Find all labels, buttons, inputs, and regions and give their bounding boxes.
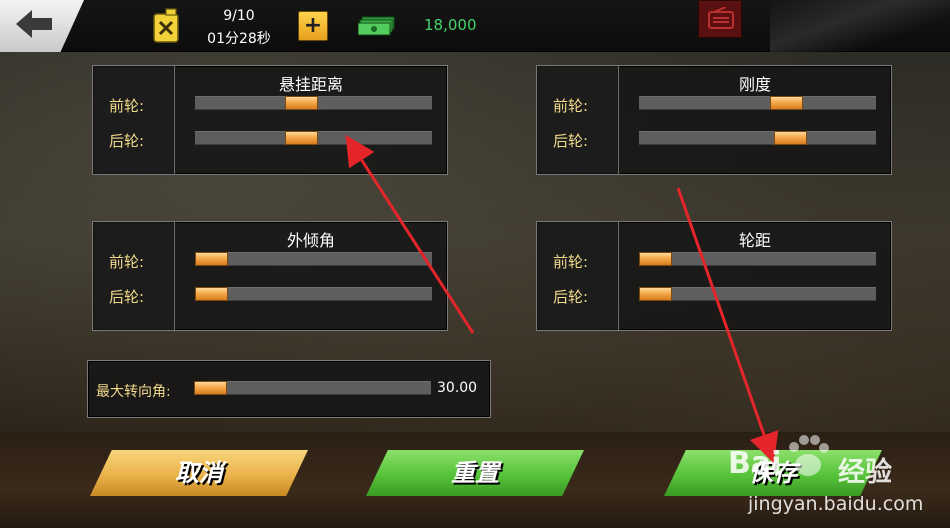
max-steering-angle-value: 30.00 xyxy=(437,380,478,396)
label-column xyxy=(537,66,619,174)
watermark-url: jingyan.baidu.com xyxy=(748,493,924,515)
stiffness-panel: 刚度 前轮: 后轮: xyxy=(536,65,892,175)
steering-panel: 最大转向角: 30.00 xyxy=(87,360,491,418)
slider-thumb[interactable] xyxy=(770,96,803,110)
reset-button[interactable]: 重置 xyxy=(366,450,584,496)
slider-thumb[interactable] xyxy=(285,96,318,110)
reset-label: 重置 xyxy=(451,459,499,487)
label-column xyxy=(93,222,175,330)
camber-front-slider[interactable] xyxy=(195,252,432,266)
top-bar: 9/10 01分28秒 + 18,000 xyxy=(0,0,950,52)
max-steering-angle-slider[interactable] xyxy=(194,381,431,395)
slider-thumb[interactable] xyxy=(285,131,318,145)
slider-thumb[interactable] xyxy=(195,287,228,301)
cash-stack-icon xyxy=(358,16,395,36)
track-width-front-slider[interactable] xyxy=(639,252,876,266)
watermark-brand-cn: 经验 xyxy=(838,457,892,488)
label-column xyxy=(537,222,619,330)
add-fuel-button[interactable]: + xyxy=(298,11,328,41)
suspension-panel: 悬挂距离 前轮: 后轮: xyxy=(92,65,448,175)
slider-thumb[interactable] xyxy=(195,252,228,266)
stiffness-front-slider[interactable] xyxy=(639,96,876,110)
front-wheel-label: 前轮: xyxy=(109,253,145,271)
slider-thumb[interactable] xyxy=(639,287,672,301)
suspension-front-slider[interactable] xyxy=(195,96,432,110)
radio-icon xyxy=(708,7,734,29)
slider-thumb[interactable] xyxy=(774,131,807,145)
fuel-count: 9/10 xyxy=(223,8,255,24)
label-column xyxy=(93,66,175,174)
rear-wheel-label: 后轮: xyxy=(109,132,145,150)
track-width-rear-slider[interactable] xyxy=(639,287,876,301)
rear-wheel-label: 后轮: xyxy=(109,288,145,306)
cancel-button[interactable]: 取消 xyxy=(90,450,308,496)
front-wheel-label: 前轮: xyxy=(553,97,589,115)
camber-panel: 外倾角 前轮: 后轮: xyxy=(92,221,448,331)
watermark-brand: Bai xyxy=(728,446,782,481)
fuel-can-icon xyxy=(153,8,179,43)
panel-title: 外倾角 xyxy=(286,231,335,250)
fuel-timer: 01分28秒 xyxy=(207,31,271,47)
track-width-panel: 轮距 前轮: 后轮: xyxy=(536,221,892,331)
cancel-label: 取消 xyxy=(175,459,223,487)
decor-stripe xyxy=(770,0,950,52)
shop-button[interactable] xyxy=(698,0,742,38)
rear-wheel-label: 后轮: xyxy=(553,288,589,306)
panel-title: 刚度 xyxy=(738,75,771,94)
max-steering-angle-label: 最大转向角: xyxy=(96,384,171,400)
rear-wheel-label: 后轮: xyxy=(553,132,589,150)
front-wheel-label: 前轮: xyxy=(553,253,589,271)
slider-thumb[interactable] xyxy=(639,252,672,266)
stiffness-rear-slider[interactable] xyxy=(639,131,876,145)
front-wheel-label: 前轮: xyxy=(109,97,145,115)
camber-rear-slider[interactable] xyxy=(195,287,432,301)
cash-amount: 18,000 xyxy=(424,16,477,34)
panel-title: 悬挂距离 xyxy=(278,75,343,94)
suspension-rear-slider[interactable] xyxy=(195,131,432,145)
slider-thumb[interactable] xyxy=(194,381,227,395)
arrow-left-icon xyxy=(16,10,52,38)
back-button[interactable] xyxy=(0,0,84,52)
panel-title: 轮距 xyxy=(738,231,771,250)
